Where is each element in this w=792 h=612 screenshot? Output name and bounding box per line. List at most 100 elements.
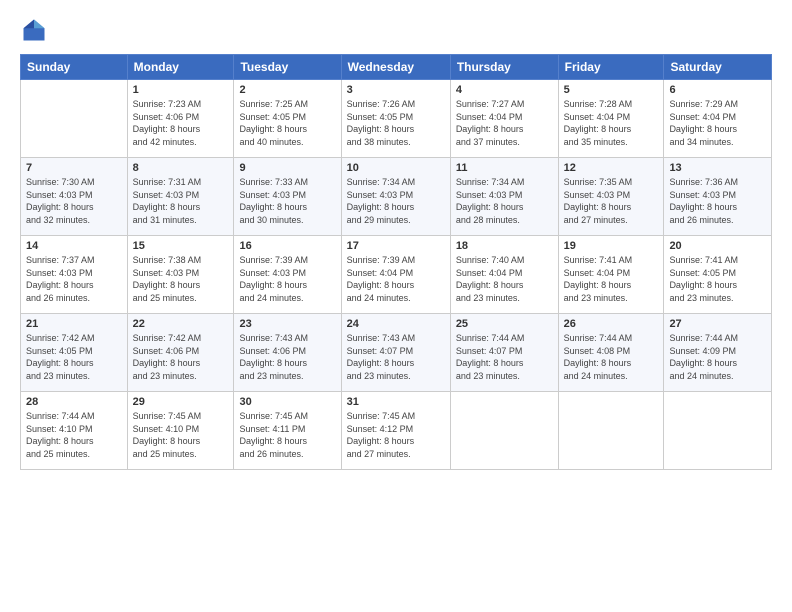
day-header-saturday: Saturday <box>664 55 772 80</box>
week-row-3: 14Sunrise: 7:37 AM Sunset: 4:03 PM Dayli… <box>21 236 772 314</box>
day-cell: 22Sunrise: 7:42 AM Sunset: 4:06 PM Dayli… <box>127 314 234 392</box>
day-cell: 31Sunrise: 7:45 AM Sunset: 4:12 PM Dayli… <box>341 392 450 470</box>
day-number: 18 <box>456 240 553 252</box>
day-cell: 5 Sunrise: 7:28 AM Sunset: 4:04 PM Daylig… <box>558 80 664 158</box>
day-info: Sunrise: 7:43 AM Sunset: 4:07 PM Dayligh… <box>347 332 445 382</box>
day-info: Sunrise: 7:38 AM Sunset: 4:03 PM Dayligh… <box>133 254 229 304</box>
day-cell: 24 Sunrise: 7:43 AM Sunset: 4:07 PM Dayli… <box>341 314 450 392</box>
day-info: Sunrise: 7:43 AM Sunset: 4:06 PM Dayligh… <box>239 332 335 382</box>
week-row-2: 7Sunrise: 7:30 AM Sunset: 4:03 PM Daylig… <box>21 158 772 236</box>
day-info: Sunrise: 7:41 AM Sunset: 4:05 PM Dayligh… <box>669 254 766 304</box>
day-number: 10 <box>347 162 445 174</box>
day-info: Sunrise: 7:37 AM Sunset: 4:03 PM Dayligh… <box>26 254 122 304</box>
day-cell: 15 Sunrise: 7:38 AM Sunset: 4:03 PM Dayli… <box>127 236 234 314</box>
day-info: Sunrise: 7:45 AM Sunset: 4:11 PM Dayligh… <box>239 410 335 460</box>
day-number: 27 <box>669 318 766 330</box>
day-cell: 11 Sunrise: 7:34 AM Sunset: 4:03 PM Dayli… <box>450 158 558 236</box>
day-number: 12 <box>564 162 659 174</box>
day-number: 5 <box>564 84 659 96</box>
day-info: Sunrise: 7:34 AM Sunset: 4:03 PM Dayligh… <box>347 176 445 226</box>
day-info: Sunrise: 7:33 AM Sunset: 4:03 PM Dayligh… <box>239 176 335 226</box>
day-cell: 4Sunrise: 7:27 AM Sunset: 4:04 PM Daylig… <box>450 80 558 158</box>
day-number: 17 <box>347 240 445 252</box>
day-number: 20 <box>669 240 766 252</box>
day-number: 29 <box>133 396 229 408</box>
day-number: 16 <box>239 240 335 252</box>
day-number: 30 <box>239 396 335 408</box>
day-info: Sunrise: 7:28 AM Sunset: 4:04 PM Dayligh… <box>564 98 659 148</box>
week-row-5: 28Sunrise: 7:44 AM Sunset: 4:10 PM Dayli… <box>21 392 772 470</box>
day-cell: 9 Sunrise: 7:33 AM Sunset: 4:03 PM Daylig… <box>234 158 341 236</box>
day-number: 8 <box>133 162 229 174</box>
day-info: Sunrise: 7:44 AM Sunset: 4:07 PM Dayligh… <box>456 332 553 382</box>
day-cell: 12 Sunrise: 7:35 AM Sunset: 4:03 PM Dayli… <box>558 158 664 236</box>
day-cell <box>664 392 772 470</box>
day-info: Sunrise: 7:44 AM Sunset: 4:09 PM Dayligh… <box>669 332 766 382</box>
day-number: 13 <box>669 162 766 174</box>
day-cell: 30 Sunrise: 7:45 AM Sunset: 4:11 PM Dayli… <box>234 392 341 470</box>
day-info: Sunrise: 7:42 AM Sunset: 4:05 PM Dayligh… <box>26 332 122 382</box>
day-cell: 1 Sunrise: 7:23 AM Sunset: 4:06 PM Daylig… <box>127 80 234 158</box>
day-number: 21 <box>26 318 122 330</box>
day-info: Sunrise: 7:39 AM Sunset: 4:03 PM Dayligh… <box>239 254 335 304</box>
day-info: Sunrise: 7:44 AM Sunset: 4:10 PM Dayligh… <box>26 410 122 460</box>
day-cell <box>21 80 128 158</box>
day-number: 24 <box>347 318 445 330</box>
day-cell: 3Sunrise: 7:26 AM Sunset: 4:05 PM Daylig… <box>341 80 450 158</box>
day-cell: 25 Sunrise: 7:44 AM Sunset: 4:07 PM Dayli… <box>450 314 558 392</box>
day-cell <box>558 392 664 470</box>
day-info: Sunrise: 7:30 AM Sunset: 4:03 PM Dayligh… <box>26 176 122 226</box>
page: SundayMondayTuesdayWednesdayThursdayFrid… <box>0 0 792 612</box>
day-cell: 29Sunrise: 7:45 AM Sunset: 4:10 PM Dayli… <box>127 392 234 470</box>
day-number: 15 <box>133 240 229 252</box>
day-info: Sunrise: 7:35 AM Sunset: 4:03 PM Dayligh… <box>564 176 659 226</box>
day-info: Sunrise: 7:31 AM Sunset: 4:03 PM Dayligh… <box>133 176 229 226</box>
day-info: Sunrise: 7:25 AM Sunset: 4:05 PM Dayligh… <box>239 98 335 148</box>
day-header-friday: Friday <box>558 55 664 80</box>
week-row-4: 21 Sunrise: 7:42 AM Sunset: 4:05 PM Dayli… <box>21 314 772 392</box>
day-info: Sunrise: 7:26 AM Sunset: 4:05 PM Dayligh… <box>347 98 445 148</box>
week-row-1: 1 Sunrise: 7:23 AM Sunset: 4:06 PM Daylig… <box>21 80 772 158</box>
day-cell: 7Sunrise: 7:30 AM Sunset: 4:03 PM Daylig… <box>21 158 128 236</box>
day-header-tuesday: Tuesday <box>234 55 341 80</box>
day-cell: 18 Sunrise: 7:40 AM Sunset: 4:04 PM Dayli… <box>450 236 558 314</box>
day-number: 2 <box>239 84 335 96</box>
day-number: 11 <box>456 162 553 174</box>
day-header-sunday: Sunday <box>21 55 128 80</box>
day-number: 4 <box>456 84 553 96</box>
day-info: Sunrise: 7:29 AM Sunset: 4:04 PM Dayligh… <box>669 98 766 148</box>
logo <box>20 16 52 44</box>
day-info: Sunrise: 7:44 AM Sunset: 4:08 PM Dayligh… <box>564 332 659 382</box>
day-number: 6 <box>669 84 766 96</box>
day-info: Sunrise: 7:41 AM Sunset: 4:04 PM Dayligh… <box>564 254 659 304</box>
logo-icon <box>20 16 48 44</box>
day-cell: 28Sunrise: 7:44 AM Sunset: 4:10 PM Dayli… <box>21 392 128 470</box>
day-number: 1 <box>133 84 229 96</box>
day-cell: 6 Sunrise: 7:29 AM Sunset: 4:04 PM Daylig… <box>664 80 772 158</box>
day-number: 25 <box>456 318 553 330</box>
day-number: 31 <box>347 396 445 408</box>
calendar-table: SundayMondayTuesdayWednesdayThursdayFrid… <box>20 54 772 470</box>
day-cell <box>450 392 558 470</box>
day-cell: 8 Sunrise: 7:31 AM Sunset: 4:03 PM Daylig… <box>127 158 234 236</box>
day-cell: 26 Sunrise: 7:44 AM Sunset: 4:08 PM Dayli… <box>558 314 664 392</box>
day-cell: 14Sunrise: 7:37 AM Sunset: 4:03 PM Dayli… <box>21 236 128 314</box>
day-info: Sunrise: 7:34 AM Sunset: 4:03 PM Dayligh… <box>456 176 553 226</box>
day-cell: 21 Sunrise: 7:42 AM Sunset: 4:05 PM Dayli… <box>21 314 128 392</box>
day-number: 22 <box>133 318 229 330</box>
day-info: Sunrise: 7:40 AM Sunset: 4:04 PM Dayligh… <box>456 254 553 304</box>
day-number: 26 <box>564 318 659 330</box>
header-row: SundayMondayTuesdayWednesdayThursdayFrid… <box>21 55 772 80</box>
day-header-thursday: Thursday <box>450 55 558 80</box>
day-cell: 13 Sunrise: 7:36 AM Sunset: 4:03 PM Dayli… <box>664 158 772 236</box>
day-cell: 17 Sunrise: 7:39 AM Sunset: 4:04 PM Dayli… <box>341 236 450 314</box>
day-header-wednesday: Wednesday <box>341 55 450 80</box>
day-info: Sunrise: 7:36 AM Sunset: 4:03 PM Dayligh… <box>669 176 766 226</box>
day-info: Sunrise: 7:39 AM Sunset: 4:04 PM Dayligh… <box>347 254 445 304</box>
day-info: Sunrise: 7:23 AM Sunset: 4:06 PM Dayligh… <box>133 98 229 148</box>
day-number: 9 <box>239 162 335 174</box>
day-number: 19 <box>564 240 659 252</box>
day-header-monday: Monday <box>127 55 234 80</box>
day-cell: 10 Sunrise: 7:34 AM Sunset: 4:03 PM Dayli… <box>341 158 450 236</box>
day-cell: 16 Sunrise: 7:39 AM Sunset: 4:03 PM Dayli… <box>234 236 341 314</box>
